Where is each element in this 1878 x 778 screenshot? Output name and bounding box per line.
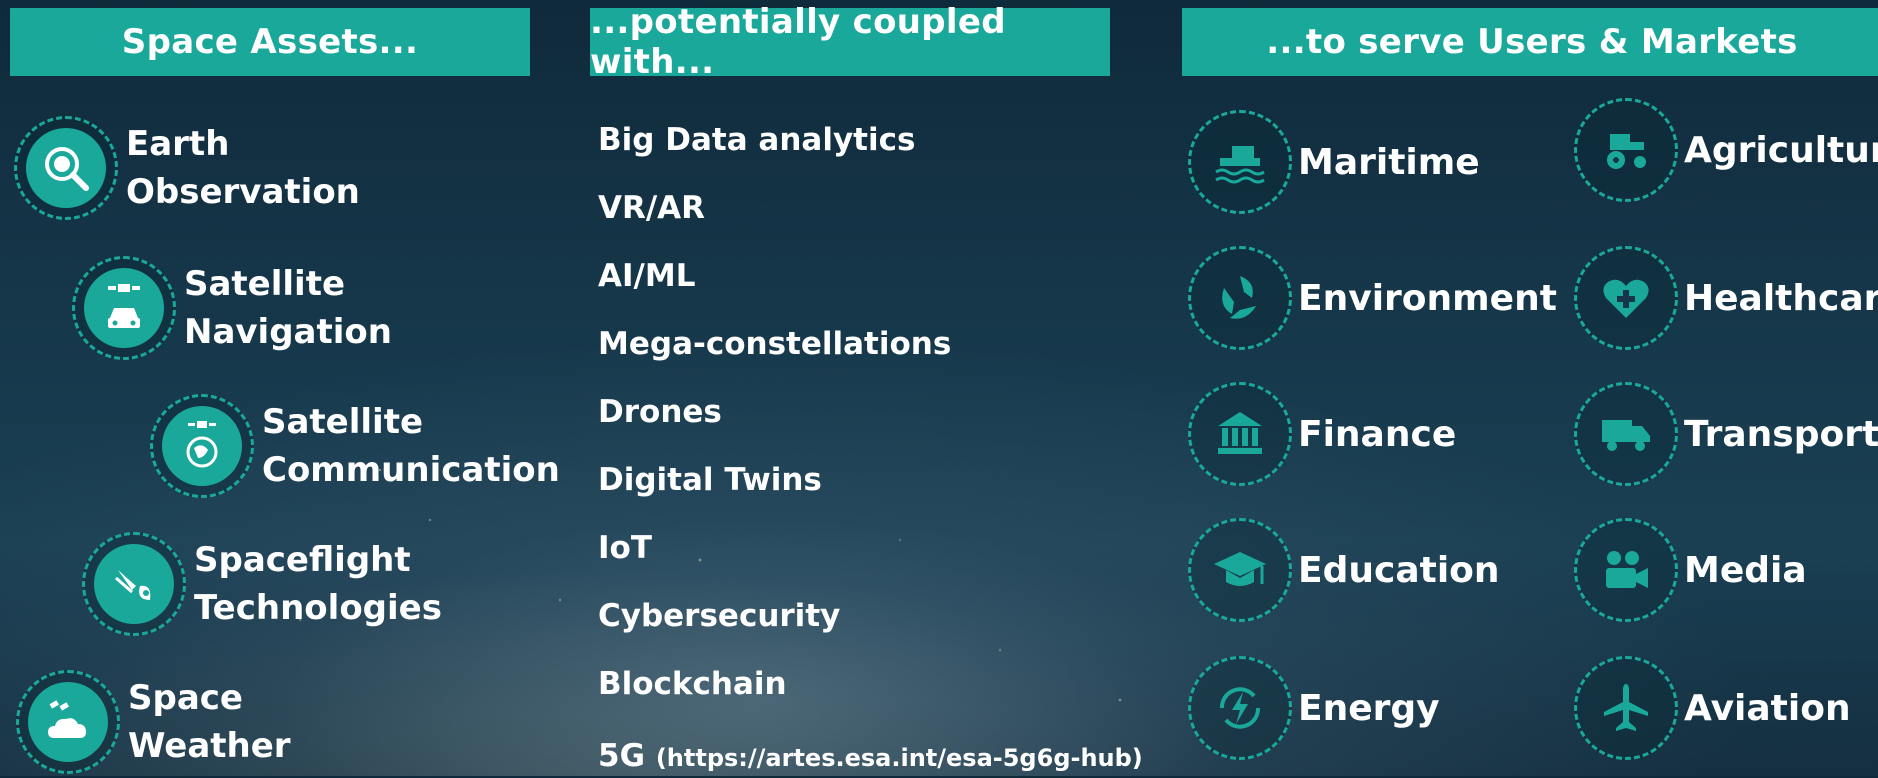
- ship-icon: [1210, 132, 1270, 192]
- satellite-car-icon: [96, 280, 152, 336]
- market-media: Media: [1574, 518, 1807, 622]
- tech-item: Drones: [598, 394, 722, 430]
- market-energy: Energy: [1188, 656, 1440, 760]
- truck-icon: [1596, 404, 1656, 464]
- market-agriculture: Agriculture: [1574, 98, 1878, 202]
- market-environment: Environment: [1188, 246, 1557, 350]
- energy-cycle-icon: [1210, 678, 1270, 738]
- tech-item: Big Data analytics: [598, 122, 916, 158]
- heart-plus-icon: [1596, 268, 1656, 328]
- airplane-icon: [1596, 678, 1656, 738]
- asset-label-line1: Satellite: [184, 264, 346, 304]
- market-label: Aviation: [1684, 687, 1851, 729]
- recycle-leaf-icon: [1210, 268, 1270, 328]
- market-label: Agriculture: [1684, 129, 1878, 171]
- video-camera-icon: [1596, 540, 1656, 600]
- market-label: Maritime: [1298, 141, 1480, 183]
- tech-5g-label: 5G: [598, 738, 646, 774]
- asset-spaceflight-technologies: Spaceflight Technologies: [82, 532, 442, 636]
- market-label: Media: [1684, 549, 1807, 591]
- asset-satellite-communication: Satellite Communication: [150, 394, 560, 498]
- market-healthcare: Healthcare: [1574, 246, 1878, 350]
- asset-satellite-navigation: Satellite Navigation: [72, 256, 392, 360]
- tech-item: VR/AR: [598, 190, 706, 226]
- header-users-markets: ...to serve Users & Markets: [1182, 8, 1878, 76]
- market-finance: Finance: [1188, 382, 1456, 486]
- tech-item: Mega-constellations: [598, 326, 952, 362]
- tech-item: IoT: [598, 530, 652, 566]
- tech-item-5g: 5G (https://artes.esa.int/esa-5g6g-hub): [598, 736, 1143, 778]
- asset-label-line2: Navigation: [184, 312, 392, 352]
- market-aviation: Aviation: [1574, 656, 1851, 760]
- market-education: Education: [1188, 518, 1500, 622]
- satellite-globe-icon: [174, 418, 230, 474]
- asset-label-line1: Earth: [126, 124, 230, 164]
- satellite-cloud-icon: [40, 694, 96, 750]
- market-label: Environment: [1298, 277, 1557, 319]
- market-label: Education: [1298, 549, 1500, 591]
- tractor-icon: [1596, 120, 1656, 180]
- market-label: Transport: [1684, 413, 1878, 455]
- header-coupled-with: ...potentially coupled with...: [590, 2, 1110, 82]
- market-label: Healthcare: [1684, 277, 1878, 319]
- asset-earth-observation: Earth Observation: [14, 116, 360, 220]
- tech-5g-link[interactable]: (https://artes.esa.int/esa-5g6g-hub): [656, 744, 1143, 772]
- asset-space-weather: Space Weather: [16, 670, 291, 774]
- rocket-icon: [106, 556, 162, 612]
- tech-item: Cybersecurity: [598, 598, 841, 634]
- tech-item: Digital Twins: [598, 462, 822, 498]
- market-maritime: Maritime: [1188, 110, 1480, 214]
- market-label: Energy: [1298, 687, 1440, 729]
- asset-label-line1: Spaceflight: [194, 540, 411, 580]
- tech-item: Blockchain: [598, 666, 787, 702]
- bank-icon: [1210, 404, 1270, 464]
- market-label: Finance: [1298, 413, 1457, 455]
- asset-label-line1: Satellite: [262, 402, 424, 442]
- market-transport: Transport: [1574, 382, 1878, 486]
- asset-label-line2: Observation: [126, 172, 360, 212]
- header-space-assets: Space Assets...: [10, 8, 530, 76]
- tech-item: AI/ML: [598, 258, 696, 294]
- asset-label-line2: Weather: [128, 726, 291, 766]
- graduation-cap-icon: [1210, 540, 1270, 600]
- asset-label-line2: Technologies: [194, 588, 442, 628]
- earth-magnifier-icon: [38, 140, 94, 196]
- asset-label-line2: Communication: [262, 450, 560, 490]
- asset-label-line1: Space: [128, 678, 243, 718]
